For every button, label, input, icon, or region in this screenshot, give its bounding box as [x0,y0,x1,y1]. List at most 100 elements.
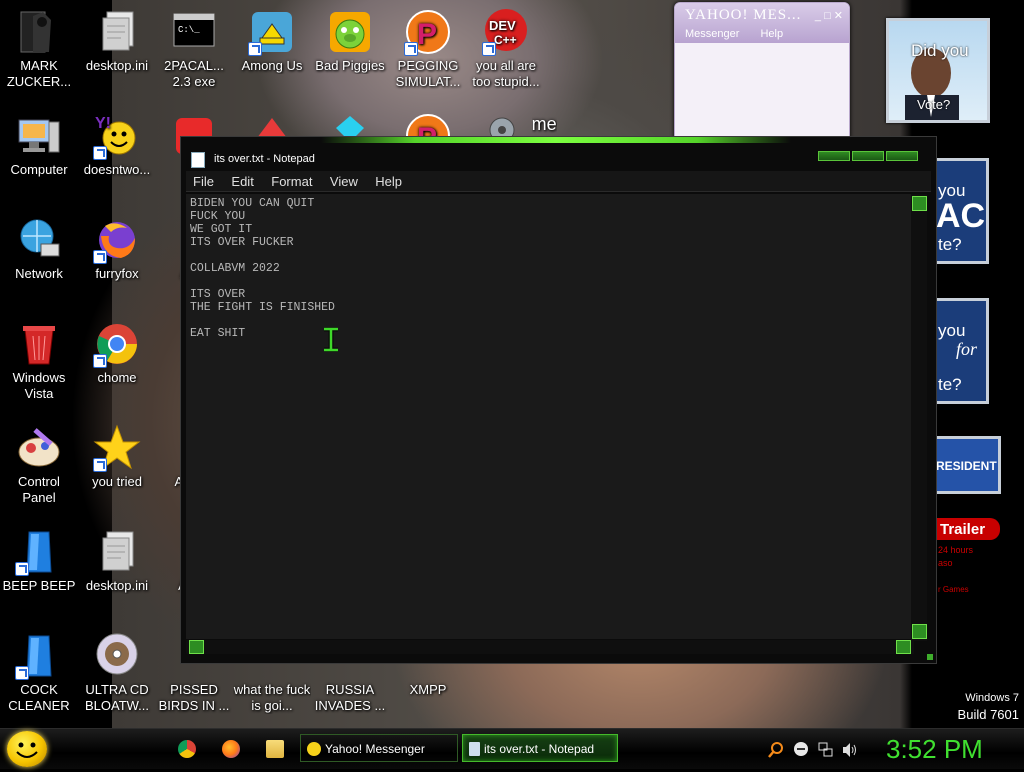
computer-icon [15,112,63,160]
desktop-icon-bad-piggies[interactable]: Bad Piggies [311,8,389,74]
shortcut-arrow-icon [93,250,107,264]
trailer-gadget[interactable]: Trailer 24 hours aso r Games [936,518,1012,598]
trailer-line-3: r Games [938,585,969,594]
gadget3-text-1: you [938,321,966,340]
svg-text:DEV: DEV [489,18,516,33]
ibeam-cursor-icon [324,327,338,352]
gadget2-text-3: te? [938,235,962,254]
yahoo-smiley-icon [307,742,321,756]
among-us-icon [248,8,296,56]
vertical-scrollbar[interactable] [911,194,927,641]
horizontal-scrollbar[interactable] [186,640,914,654]
menu-file[interactable]: File [186,171,220,189]
minus-circle-icon[interactable] [794,742,808,756]
notepad-titlebar[interactable]: its over.txt - Notepad [181,143,936,171]
menu-edit[interactable]: Edit [224,171,259,189]
shortcut-arrow-icon [15,666,29,680]
svg-text:C:\_: C:\_ [178,25,200,35]
gadget3-text-3: te? [938,375,962,394]
desktop-icon-beep-beep[interactable]: BEEP BEEP [0,528,78,594]
notepad-icon [469,742,480,756]
maximize-button[interactable] [852,151,884,161]
shortcut-arrow-icon [93,354,107,368]
blue-shortcut-icon [15,632,63,680]
window-controls[interactable]: _ □ ✕ [815,9,843,22]
obama-text-2: Vote? [917,97,951,112]
desktop-icon-furryfox[interactable]: furryfox [78,216,156,282]
menu-help[interactable]: Help [368,171,408,189]
notepad-menubar: File Edit Format View Help [186,171,931,192]
taskbar-yahoo-messenger[interactable]: Yahoo! Messenger [300,734,458,762]
smiley-orb-icon[interactable] [7,731,47,767]
firefox-icon[interactable] [222,740,240,758]
yahoo-messenger-window[interactable]: YAHOO! MES... _ □ ✕ Messenger Help [674,2,850,139]
desktop-icon-mark-zucker[interactable]: MARK ZUCKER... [0,8,78,90]
menu-messenger[interactable]: Messenger [685,28,739,40]
menu-format[interactable]: Format [264,171,318,189]
svg-text:P: P [417,18,437,51]
blue-shortcut-icon [15,528,63,576]
yahoo-smiley-icon: Y! [93,112,141,160]
desktop[interactable]: MARK ZUCKER... Computer Network Windows … [0,0,1024,728]
recycle-bin-icon [15,320,63,368]
clock[interactable]: 3:52 PM [886,734,983,764]
scroll-left-button[interactable] [189,640,204,654]
menu-view[interactable]: View [323,171,364,189]
desktop-icon-windows-vista[interactable]: Windows Vista [0,320,78,402]
resize-grip[interactable] [927,654,933,660]
obama-text-1: Did you [911,41,969,60]
trailer-line-1: 24 hours [938,545,974,555]
desktop-icon-cock-cleaner[interactable]: COCK CLEANER [0,632,78,714]
menu-help[interactable]: Help [760,28,783,40]
bad-piggies-icon [326,8,374,56]
firefox-icon [93,216,141,264]
svg-text:Y!: Y! [95,115,111,132]
task-label-yahoo: Yahoo! Messenger [325,742,425,756]
volume-icon[interactable] [842,742,856,757]
control-panel-icon [15,424,63,472]
taskbar: Yahoo! Messenger its over.txt - Notepad … [0,728,1024,769]
minimize-button[interactable] [818,151,850,161]
search-icon[interactable] [768,742,783,758]
desktop-icon-computer[interactable]: Computer [0,112,78,178]
scroll-down-button[interactable] [912,624,927,639]
folder-icon[interactable] [266,740,284,758]
president-gadget[interactable]: RESIDENT [936,436,1001,494]
console-icon: C:\_ [170,8,218,56]
cd-disc-icon [93,632,141,680]
vote-gadget-3[interactable]: you for te? [936,298,989,404]
chrome-icon[interactable] [178,740,196,758]
desktop-icon-control-panel[interactable]: Control Panel [0,424,78,506]
desktop-icon-2pacal[interactable]: C:\_ 2PACAL... 2.3 exe [155,8,233,90]
document-icon [93,528,141,576]
desktop-icon-pegging-simulator[interactable]: P PEGGING SIMULAT... [389,8,467,90]
desktop-icon-you-all-are[interactable]: DEV C++ you all are too stupid... [467,8,545,90]
watermark-build: Build 7601 [957,707,1019,722]
desktop-icon-ultra-cd[interactable]: ULTRA CD BLOATW... [78,632,156,714]
network-icon[interactable] [818,742,833,757]
desktop-icon-chome[interactable]: chome [78,320,156,386]
scroll-right-button[interactable] [896,640,911,654]
vote-gadget-2[interactable]: you AC te? [936,158,989,264]
shortcut-arrow-icon [93,146,107,160]
desktop-icon-you-tried[interactable]: you tried [78,424,156,490]
hooded-figure-icon [15,8,63,56]
yahoo-logo: YAHOO! MES... [685,7,802,23]
window-controls [818,151,918,161]
gadget2-text-2: AC [936,197,986,235]
star-icon [93,424,141,472]
obama-vote-gadget[interactable]: Did you Vote? [886,18,990,123]
trailer-line-2: aso [938,558,953,568]
close-button[interactable] [886,151,918,161]
desktop-icon-among-us[interactable]: Among Us [233,8,311,74]
desktop-icon-desktop-ini-1[interactable]: desktop.ini [78,8,156,74]
notepad-text-area[interactable]: BIDEN YOU CAN QUIT FUCK YOU WE GOT IT IT… [186,194,914,639]
scroll-up-button[interactable] [912,196,927,211]
desktop-icon-doesntwo[interactable]: Y! doesntwo... [78,112,156,178]
taskbar-notepad[interactable]: its over.txt - Notepad [462,734,618,762]
shortcut-arrow-icon [15,562,29,576]
shortcut-arrow-icon [248,42,262,56]
desktop-icon-desktop-ini-2[interactable]: desktop.ini [78,528,156,594]
desktop-icon-network[interactable]: Network [0,216,78,282]
notepad-window[interactable]: its over.txt - Notepad File Edit Format … [180,136,937,664]
